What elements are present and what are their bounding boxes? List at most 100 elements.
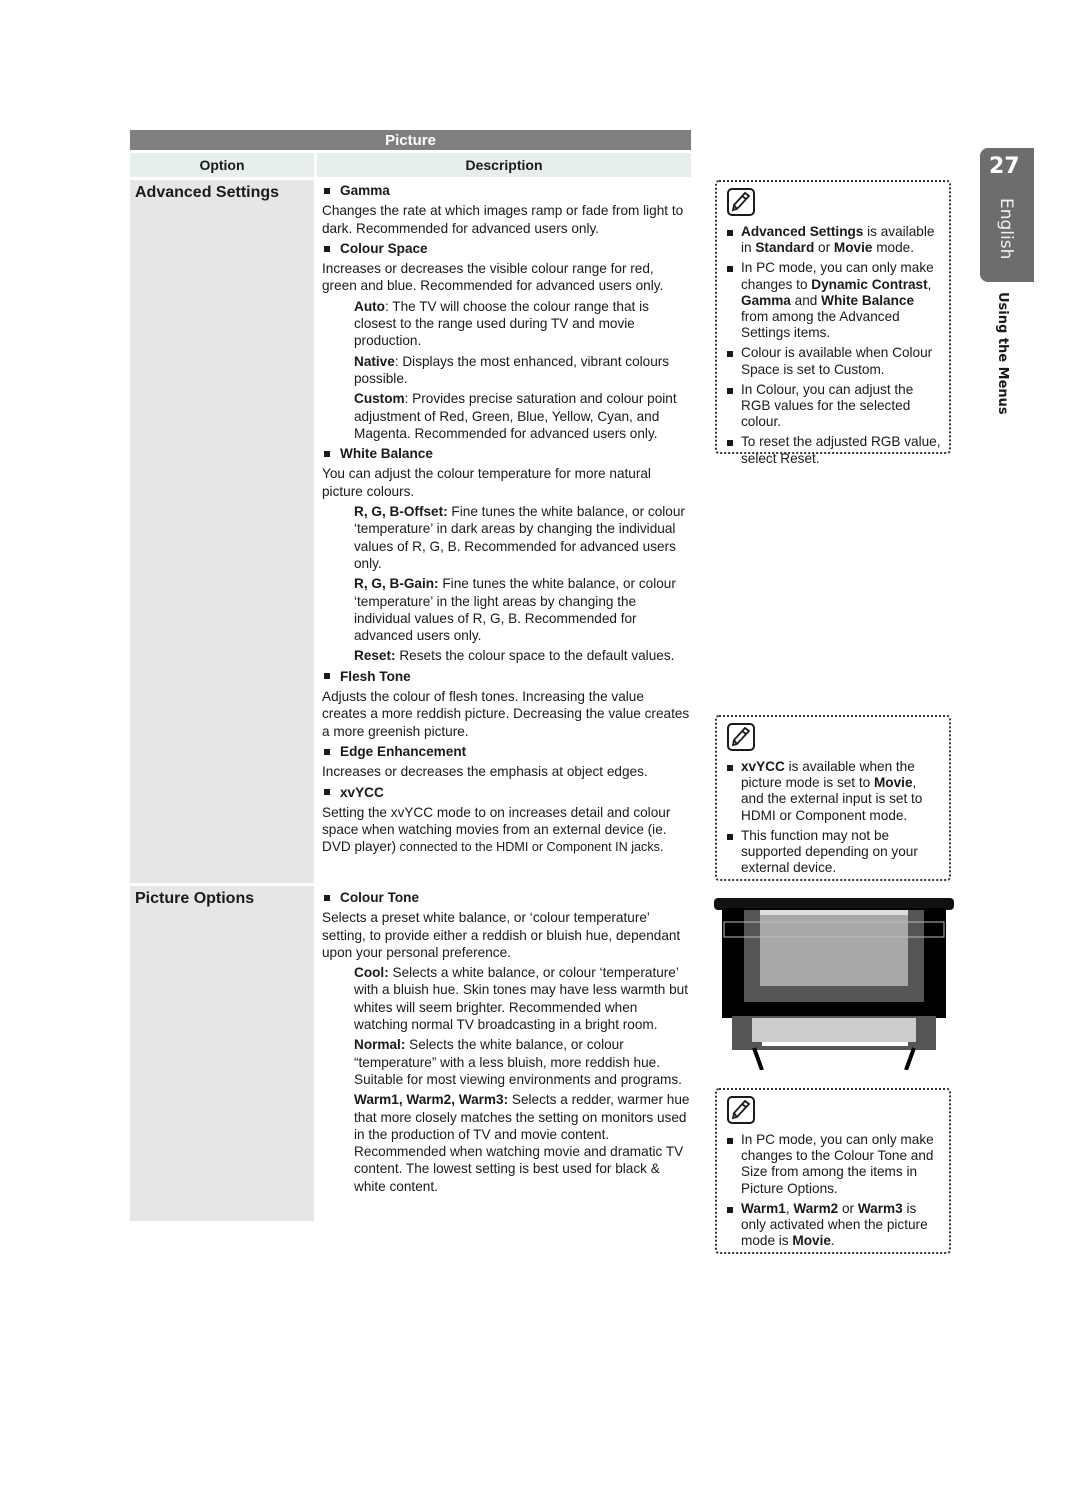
sub-option: R, G, B-Gain: Fine tunes the white balan…	[354, 576, 676, 644]
item-heading: White Balance	[322, 445, 692, 462]
note-list: xvYCC is available when the picture mode…	[725, 759, 941, 876]
bullet-square-icon	[324, 748, 330, 755]
sub-option-term: Warm1, Warm2, Warm3:	[354, 1092, 509, 1108]
item-heading: Colour Space	[322, 240, 692, 257]
sub-option: Reset: Resets the colour space to the de…	[354, 648, 675, 664]
sub-option-term: Auto	[354, 298, 385, 314]
note-item: To reset the adjusted RGB value, select …	[725, 434, 941, 466]
image-lower-highlight	[762, 1042, 908, 1046]
item-description: You can adjust the colour temperature fo…	[322, 466, 651, 499]
option-cell-picture-options: Picture Options	[130, 886, 314, 1221]
bullet-square-icon	[727, 266, 733, 273]
option-label: Advanced Settings	[135, 184, 280, 201]
note-emphasis: Movie	[873, 775, 913, 791]
note-item: In PC mode, you can only make changes to…	[725, 260, 941, 341]
item-title: White Balance	[340, 446, 433, 462]
bullet-square-icon	[727, 765, 733, 771]
note-emphasis: Movie	[833, 240, 873, 256]
sub-option-term: R, G, B-Gain:	[354, 576, 439, 592]
item-title: xvYCC	[340, 784, 384, 800]
sub-option: Native: Displays the most enhanced, vibr…	[354, 353, 670, 386]
bullet-square-icon	[324, 894, 330, 901]
item-description-note: connected to the HDMI or Component IN ja…	[396, 840, 664, 855]
note-item: Colour is available when Colour Space is…	[725, 345, 941, 377]
item-description: Changes the rate at which images ramp or…	[322, 203, 684, 236]
bullet-square-icon	[727, 440, 733, 447]
note-list: Advanced Settings is available in Standa…	[725, 224, 941, 467]
bullet-square-icon	[727, 1206, 733, 1213]
note-item: In Colour, you can adjust the RGB values…	[725, 382, 941, 431]
sub-option: R, G, B-Offset: Fine tunes the white bal…	[354, 504, 685, 571]
item-heading: xvYCC	[322, 784, 692, 801]
note-item: In PC mode, you can only make changes to…	[725, 1132, 941, 1197]
note-pencil-icon	[727, 188, 755, 216]
item-title: Gamma	[340, 183, 390, 198]
language-label: English	[996, 198, 1016, 260]
note-item: xvYCC is available when the picture mode…	[725, 759, 941, 824]
bullet-square-icon	[324, 245, 330, 252]
section-label: Using the Menus	[995, 292, 1010, 415]
item-title: Colour Tone	[340, 890, 420, 905]
note-emphasis: Dynamic Contrast	[811, 276, 928, 292]
option-cell-advanced-settings: Advanced Settings	[130, 180, 314, 883]
bullet-square-icon	[324, 673, 330, 680]
sub-option-term: Reset:	[354, 648, 396, 664]
item-heading: Edge Enhancement	[322, 743, 692, 760]
note-box: In PC mode, you can only make changes to…	[715, 1088, 951, 1254]
item-title: Edge Enhancement	[340, 743, 467, 759]
item-description: Setting the xvYCC mode to on increases d…	[322, 804, 671, 855]
note-emphasis: Warm2	[793, 1200, 839, 1216]
note-emphasis: Warm1	[741, 1200, 786, 1216]
image-highlight	[760, 910, 908, 915]
sub-option-term: Normal:	[354, 1037, 406, 1053]
note-text: In PC mode, you can only make changes to…	[741, 1132, 934, 1196]
note-text: In PC mode, you can only make changes to…	[741, 260, 934, 341]
note-emphasis: Warm3	[857, 1200, 903, 1216]
page-tab: 27 English	[980, 148, 1034, 282]
sub-option: Warm1, Warm2, Warm3: Selects a redder, w…	[354, 1092, 690, 1194]
description-advanced-settings: Gamma Changes the rate at which images ra…	[322, 182, 692, 860]
note-text: xvYCC is available when the picture mode…	[741, 759, 923, 823]
item-description: Adjusts the colour of flesh tones. Incre…	[322, 689, 690, 739]
tv-menu-illustration	[714, 898, 954, 1071]
bullet-square-icon	[324, 187, 330, 194]
item-title: Flesh Tone	[340, 668, 411, 684]
bullet-square-icon	[727, 351, 733, 358]
note-text: In Colour, you can adjust the RGB values…	[741, 381, 914, 430]
item-description: Increases or decreases the visible colou…	[322, 261, 664, 294]
note-emphasis: White Balance	[821, 292, 915, 308]
image-stand-legs	[752, 1047, 916, 1071]
item-title: Colour Space	[340, 240, 428, 256]
note-text: Advanced Settings is available in Standa…	[741, 224, 935, 256]
note-text: This function may not be supported depen…	[741, 827, 918, 876]
note-text: Warm1, Warm2 or Warm3 is only activated …	[741, 1200, 928, 1249]
sub-option-term: Cool:	[354, 965, 389, 981]
column-header-description: Description	[317, 153, 691, 177]
item-heading: Colour Tone	[322, 889, 692, 906]
sub-option: Custom: Provides precise saturation and …	[354, 391, 677, 441]
item-description: Selects a preset white balance, or ‘colo…	[322, 910, 681, 960]
tv-menu-image	[714, 898, 954, 1071]
item-description: Increases or decreases the emphasis at o…	[322, 764, 648, 780]
note-emphasis: Advanced Settings	[741, 224, 864, 239]
bullet-square-icon	[727, 833, 733, 840]
note-item: Advanced Settings is available in Standa…	[725, 224, 941, 256]
option-label: Picture Options	[135, 890, 255, 907]
item-heading: Flesh Tone	[322, 668, 692, 685]
page-number: 27	[989, 154, 1020, 179]
note-item: This function may not be supported depen…	[725, 828, 941, 877]
sub-option: Cool: Selects a white balance, or colour…	[354, 965, 688, 1033]
item-heading: Gamma	[322, 182, 692, 199]
note-item: Warm1, Warm2 or Warm3 is only activated …	[725, 1201, 941, 1250]
note-box: xvYCC is available when the picture mode…	[715, 715, 951, 881]
bullet-square-icon	[324, 450, 330, 457]
column-header-option: Option	[130, 153, 314, 177]
sub-option-term: Custom	[354, 391, 405, 407]
sub-option-term: R, G, B-Offset:	[354, 504, 448, 520]
note-pencil-icon	[727, 723, 755, 751]
note-text: Colour is available when Colour Space is…	[741, 345, 933, 377]
note-list: In PC mode, you can only make changes to…	[725, 1132, 941, 1249]
bullet-square-icon	[727, 230, 733, 236]
note-emphasis: Movie	[792, 1233, 831, 1249]
sub-option-term: Native	[354, 353, 395, 369]
